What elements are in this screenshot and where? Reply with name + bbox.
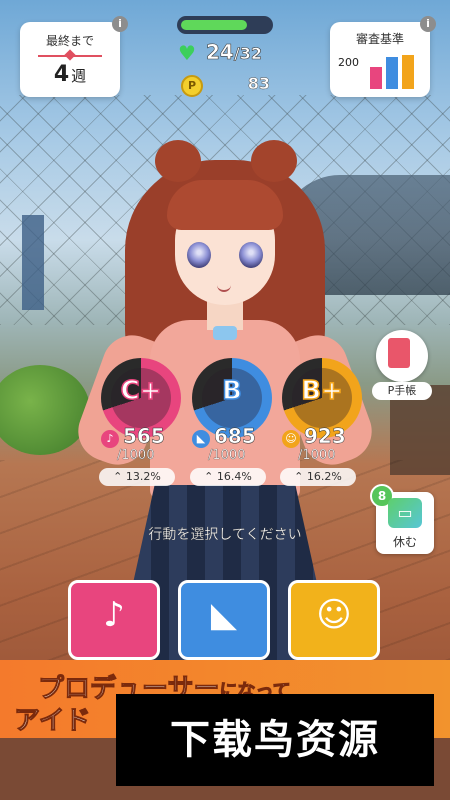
character-eye-right (239, 242, 263, 268)
weeks-divider-diamond (64, 49, 76, 61)
weeks-remaining-card[interactable]: 最終まで 4週 (20, 22, 120, 97)
watermark-overlay: 下载鸟资源 (116, 694, 434, 786)
character-ribbon (213, 326, 237, 340)
p-notebook-label: P手帳 (372, 382, 432, 400)
stat-growth-rate: ⌃ 16.2% (280, 468, 356, 486)
stamina-value: 24/32 (206, 40, 263, 65)
character-eye-left (187, 242, 211, 268)
microphone-icon: ♪ (103, 595, 125, 635)
visual-face-icon: ☺ (282, 430, 300, 448)
audition-criteria-card[interactable]: 審査基準 200 (330, 22, 430, 97)
character-hair-bun-left (155, 140, 201, 182)
heart-icon: ♥ (178, 41, 196, 65)
notebook-icon (388, 338, 410, 368)
weeks-remaining-value: 4週 (53, 62, 87, 87)
stat-growth-rate: ⌃ 16.4% (190, 468, 266, 486)
character-hair-bun-right (251, 140, 297, 182)
p-coin-value: 83 (247, 74, 270, 94)
stat-max: /1000 (208, 448, 246, 463)
character-bangs (167, 180, 283, 230)
stat-max: /1000 (117, 448, 155, 463)
visual-face-icon: ☺ (316, 595, 352, 635)
p-notebook-button[interactable]: P手帳 (372, 330, 432, 402)
banner-line-2: アイド (14, 706, 92, 737)
bush-background (0, 365, 90, 455)
criteria-title: 審査基準 (355, 32, 404, 46)
vocal-lesson-button[interactable]: ♪ (68, 580, 160, 660)
stat-growth-rate: ⌃ 13.2% (99, 468, 175, 486)
microphone-icon: ♪ (101, 430, 119, 448)
action-prompt: 行動を選択してください (148, 527, 302, 543)
distant-building (22, 215, 44, 310)
dance-shoe-icon: ◣ (192, 430, 210, 448)
criteria-bar-dance (386, 57, 398, 89)
criteria-bar-vocal (370, 67, 382, 89)
dance-shoe-icon: ◣ (210, 595, 238, 635)
stat-value: 923 (304, 424, 346, 449)
stat-value: 565 (123, 424, 165, 449)
dance-lesson-button[interactable]: ◣ (178, 580, 270, 660)
criteria-info-icon[interactable]: i (420, 16, 436, 32)
stamina-bar (177, 16, 273, 34)
stat-max: /1000 (298, 448, 336, 463)
weeks-info-icon[interactable]: i (112, 16, 128, 32)
stat-value: 685 (214, 424, 256, 449)
stat-grade: B (221, 375, 242, 407)
stat-grade: C+ (120, 375, 162, 407)
stamina-bar-fill (181, 20, 247, 30)
p-coin-icon: P (181, 75, 203, 97)
visual-lesson-button[interactable]: ☺ (288, 580, 380, 660)
criteria-number: 200 (338, 56, 359, 69)
weeks-remaining-label: 最終まで (45, 34, 94, 48)
criteria-bar-visual (402, 55, 414, 89)
stat-grade: B+ (300, 375, 343, 407)
rest-button[interactable]: 8 ▭ 休む (370, 484, 434, 554)
